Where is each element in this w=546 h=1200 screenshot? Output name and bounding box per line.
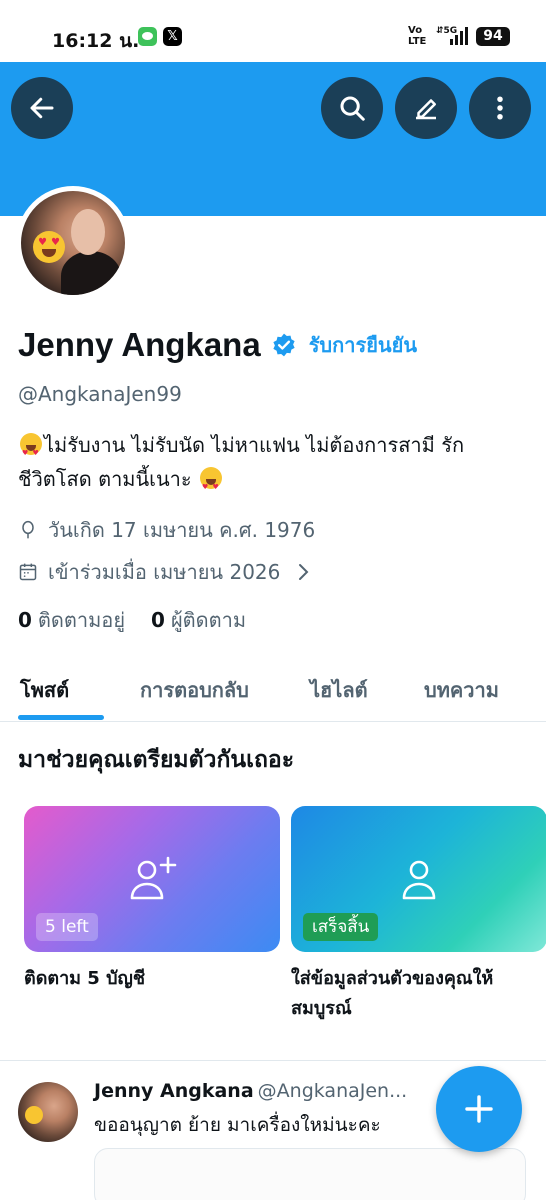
tab-replies[interactable]: การตอบกลับ [140,674,249,706]
tab-posts[interactable]: โพสต์ [20,674,69,706]
get-verified-link[interactable]: รับการยืนยัน [309,329,417,361]
balloon-icon [22,520,34,539]
bio-line-1: ไม่รับงาน ไม่รับนัด ไม่หาแฟน ไม่ต้องการส… [44,433,465,457]
svg-text:⇵5G: ⇵5G [436,26,457,36]
search-button[interactable] [321,77,383,139]
status-bar: 16:12 น. 𝕏 Vo LTE ⇵5G 94 [0,0,546,62]
tab-articles[interactable]: บทความ [424,674,499,706]
more-vertical-icon [497,96,503,120]
signal-5g-icon: ⇵5G [436,26,468,45]
post-avatar[interactable] [18,1082,78,1142]
done-badge: เสร็จสิ้น [303,913,379,941]
birthday-row: วันเกิด 17 เมษายน ค.ศ. 1976 [18,514,315,546]
followers-label: ผู้ติดตาม [170,608,247,632]
joined-row[interactable]: เข้าร่วมเมื่อ เมษายน 2026 [18,556,324,588]
follow-counts: 0 ติดตามอยู่ 0 ผู้ติดตาม [18,604,272,636]
post-header: Jenny Angkana @AngkanaJen... [94,1080,407,1102]
search-icon [340,96,365,121]
get-ready-title: มาช่วยคุณเตรียมตัวกันเถอะ [18,747,295,773]
calendar-icon [19,563,37,581]
followers-link[interactable]: 0 ผู้ติดตาม [151,604,246,636]
section-divider [0,1060,546,1061]
remaining-badge: 5 left [36,913,98,941]
following-link[interactable]: 0 ติดตามอยู่ [18,604,125,636]
followers-count: 0 [151,608,165,632]
heart-eyes-emoji-icon [200,467,223,504]
avatar-image: ♥ ♥ [21,191,125,295]
compose-button[interactable] [436,1066,522,1152]
profile-avatar[interactable]: ♥ ♥ [16,186,130,300]
post-text[interactable]: ขออนุญาต ย้าย มาเครื่องใหม่นะคะ [94,1110,381,1140]
status-time: 16:12 น. [52,30,140,52]
follow-accounts-caption: ติดตาม 5 บัญชี [24,968,146,989]
heart-eyes-emoji-icon [25,1106,43,1124]
add-user-icon [130,856,177,900]
active-tab-indicator [18,715,104,720]
profile-bio: ไม่รับงาน ไม่รับนัด ไม่หาแฟน ไม่ต้องการส… [18,428,538,504]
heart-eyes-emoji-icon [20,433,42,470]
verified-badge-icon [273,333,295,357]
following-label: ติดตามอยู่ [37,608,126,632]
bio-line-2: ชีวิตโสด ตามนี้เนาะ [18,467,192,491]
more-button[interactable] [469,77,531,139]
profile-name: Jenny Angkana [18,326,261,363]
battery-icon: 94 [476,27,510,46]
joined-text: เข้าร่วมเมื่อ เมษายน 2026 [48,560,281,584]
profile-name-row: Jenny Angkana รับการยืนยัน [18,326,417,364]
user-icon [402,860,436,900]
line-app-icon [138,27,157,46]
pencil-icon [416,99,436,120]
post-author-handle: @AngkanaJen... [257,1080,408,1102]
back-button[interactable] [11,77,73,139]
chevron-right-icon [299,564,309,580]
heart-eyes-emoji-icon: ♥ ♥ [33,231,65,263]
arrow-left-icon [30,97,54,119]
profile-tabs: โพสต์ การตอบกลับ ไฮไลต์ บทความ [0,660,546,722]
x-app-icon: 𝕏 [163,27,182,46]
edit-button[interactable] [395,77,457,139]
birthday-text: วันเกิด 17 เมษายน ค.ศ. 1976 [48,518,316,542]
follow-accounts-card[interactable]: 5 left [24,806,280,952]
volte-icon: Vo LTE [408,25,427,47]
following-count: 0 [18,608,32,632]
complete-profile-card[interactable]: เสร็จสิ้น [291,806,546,952]
post-media-preview[interactable] [94,1148,526,1200]
plus-icon [465,1095,493,1123]
post-author-name[interactable]: Jenny Angkana [94,1080,254,1102]
tab-highlights[interactable]: ไฮไลต์ [310,674,368,706]
profile-handle: @AngkanaJen99 [18,382,182,406]
complete-profile-caption: ใส่ข้อมูลส่วนตัวของคุณให้สมบูรณ์ [291,968,494,1019]
